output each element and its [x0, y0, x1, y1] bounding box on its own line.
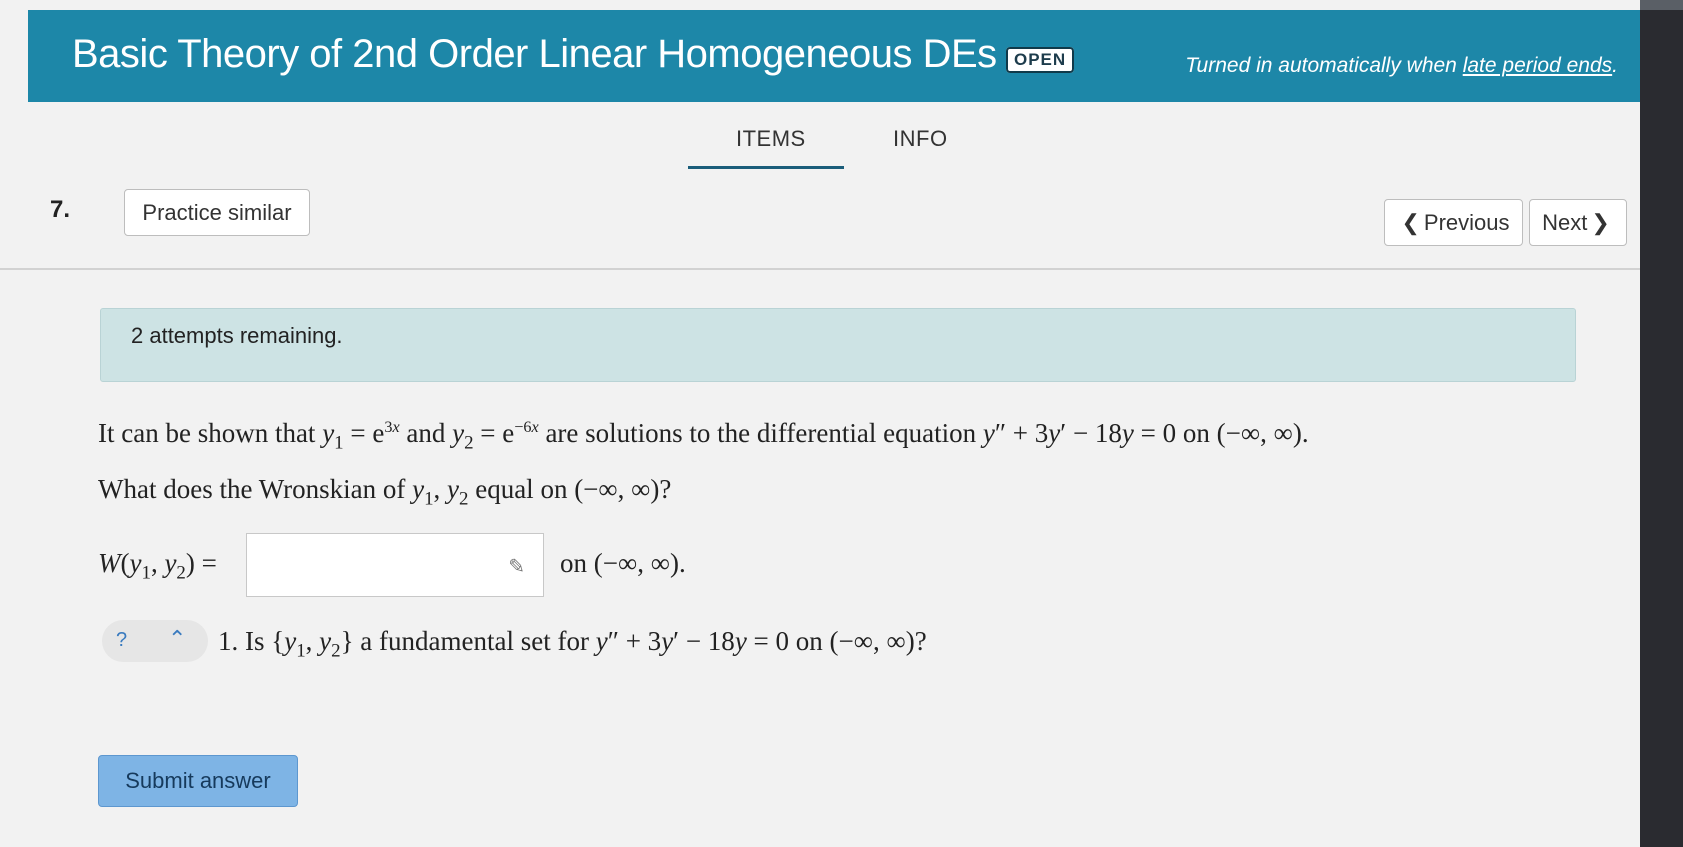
wronskian-answer-input[interactable]: ✎ [246, 533, 544, 597]
assignment-header: Basic Theory of 2nd Order Linear Homogen… [28, 10, 1640, 102]
problem-and: and [399, 418, 453, 448]
previous-button[interactable]: ❮ Previous [1384, 199, 1523, 246]
screen: Basic Theory of 2nd Order Linear Homogen… [0, 0, 1640, 847]
chevron-right-icon: ❯ [1591, 209, 1610, 235]
problem-intro: It can be shown that [98, 418, 323, 448]
late-notice-prefix: Turned in automatically when [1185, 54, 1463, 77]
late-period-link[interactable]: late period ends [1463, 54, 1612, 77]
tab-info[interactable]: INFO [893, 126, 948, 152]
open-badge: OPEN [1006, 47, 1075, 73]
divider [0, 268, 1640, 270]
problem-line-2: What does the Wronskian of y1, y2 equal … [98, 474, 672, 510]
late-notice-suffix: . [1612, 54, 1618, 77]
dropdown-selected: ? [116, 629, 128, 651]
previous-label: Previous [1423, 209, 1510, 235]
fundamental-set-question: 1. Is {y1, y2} a fundamental set for y″ … [218, 626, 927, 662]
pencil-icon[interactable]: ✎ [508, 554, 525, 579]
active-tab-indicator [688, 166, 844, 169]
assignment-title: Basic Theory of 2nd Order Linear Homogen… [72, 32, 997, 76]
next-label: Next [1542, 209, 1588, 235]
late-notice: Turned in automatically when late period… [1185, 54, 1618, 78]
wronskian-label: W(y1, y2) = [98, 548, 217, 584]
problem-line-1: It can be shown that y1 = e3x and y2 = e… [98, 418, 1309, 454]
submit-answer-button[interactable]: Submit answer [98, 755, 298, 807]
chevron-left-icon: ❮ [1401, 209, 1420, 235]
tab-bar: ITEMS INFO [0, 122, 1640, 172]
fundamental-set-dropdown[interactable]: ? ⌃ [102, 620, 208, 662]
problem-interval: on (−∞, ∞). [1176, 418, 1309, 448]
tab-items[interactable]: ITEMS [736, 126, 806, 152]
wronskian-question-end: equal on (−∞, ∞)? [468, 474, 672, 504]
wronskian-question-start: What does the Wronskian of [98, 474, 413, 504]
next-button[interactable]: Next ❯ [1529, 199, 1627, 246]
attempts-banner: 2 attempts remaining. [100, 308, 1576, 382]
problem-mid: are solutions to the differential equati… [538, 418, 983, 448]
up-down-chevron-icon: ⌃ [168, 626, 187, 651]
question-number: 7. [50, 196, 71, 223]
practice-similar-button[interactable]: Practice similar [124, 189, 310, 236]
answer-interval: on (−∞, ∞). [560, 548, 686, 578]
